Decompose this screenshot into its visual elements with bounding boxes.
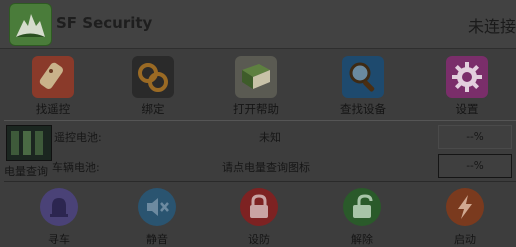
app-logo-icon	[9, 3, 52, 46]
app-header: SF Security 未连接	[0, 0, 516, 48]
vehicle-battery-value: 请点电量查询图标	[222, 161, 310, 174]
help-book-icon	[235, 56, 277, 98]
header-divider	[0, 48, 516, 49]
find-device-button[interactable]: 查找设备	[318, 52, 408, 118]
find-remote-button[interactable]: 找遥控	[8, 52, 98, 118]
settings-label: 设置	[455, 102, 479, 116]
remote-search-icon	[32, 56, 74, 98]
gear-icon	[446, 56, 488, 98]
mute-label: 静音	[146, 233, 168, 246]
find-car-button[interactable]: 寻车	[19, 184, 99, 247]
find-car-label: 寻车	[48, 233, 70, 246]
mute-button[interactable]: 静音	[117, 184, 197, 247]
vehicle-battery-label: 车辆电池:	[52, 161, 100, 174]
magnifier-icon	[342, 56, 384, 98]
remote-battery-percent: --%	[438, 125, 512, 149]
vehicle-battery-percent: --%	[438, 154, 512, 178]
settings-button[interactable]: 设置	[422, 52, 512, 118]
battery-panel: 电量查询 遥控电池: 未知 --% 车辆电池: 请点电量查询图标 --%	[4, 120, 516, 182]
lightning-icon	[446, 188, 484, 226]
bind-label: 绑定	[141, 102, 165, 116]
arm-button[interactable]: 设防	[219, 184, 299, 247]
battery-query-label: 电量查询	[4, 165, 48, 178]
start-label: 启动	[454, 233, 476, 246]
remote-battery-value: 未知	[259, 131, 281, 144]
arm-label: 设防	[248, 233, 270, 246]
find-device-label: 查找设备	[340, 102, 386, 116]
lock-icon	[240, 188, 278, 226]
app-title: SF Security	[56, 14, 153, 32]
mute-icon	[138, 188, 176, 226]
connection-status: 未连接	[467, 17, 516, 36]
find-remote-label: 找遥控	[35, 102, 71, 116]
toolbar: 找遥控 绑定 打开帮助 查找设备 设置	[0, 52, 516, 118]
open-help-button[interactable]: 打开帮助	[211, 52, 301, 118]
unlock-icon	[343, 188, 381, 226]
bind-button[interactable]: 绑定	[108, 52, 198, 118]
battery-query-button[interactable]	[6, 125, 52, 161]
open-help-label: 打开帮助	[233, 102, 279, 116]
action-row: 寻车 静音 设防 解除 启动	[0, 184, 516, 247]
disarm-button[interactable]: 解除	[322, 184, 402, 247]
bell-icon	[40, 188, 78, 226]
remote-battery-label: 遥控电池:	[54, 131, 102, 144]
disarm-label: 解除	[351, 233, 373, 246]
chain-link-icon	[132, 56, 174, 98]
start-button[interactable]: 启动	[425, 184, 505, 247]
